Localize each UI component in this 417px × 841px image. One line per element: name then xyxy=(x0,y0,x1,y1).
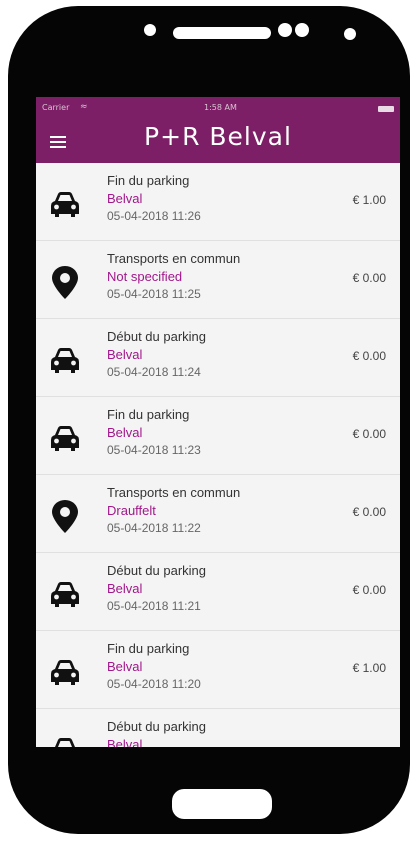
list-item[interactable]: Début du parking Belval xyxy=(36,709,400,747)
list-item[interactable]: Début du parking Belval 05-04-2018 11:21 € … xyxy=(36,553,400,631)
item-date: 05-04-2018 11:20 xyxy=(107,677,201,691)
item-title: Début du parking xyxy=(107,563,207,578)
item-date: 05-04-2018 11:26 xyxy=(107,209,201,223)
item-location: Belval xyxy=(107,425,143,440)
sensor-dot xyxy=(278,23,292,37)
item-price: € 0.00 xyxy=(352,427,386,441)
carrier-label: Carrier xyxy=(42,103,70,112)
item-title: Début du parking xyxy=(107,329,207,344)
item-location: Belval xyxy=(107,191,143,206)
sensor-dot xyxy=(344,28,356,40)
history-list: Fin du parking Belval 05-04-2018 11:26 € 1.… xyxy=(36,163,400,747)
list-item[interactable]: Transports en commun Drauffelt 05-04-2018 … xyxy=(36,475,400,553)
item-location: Belval xyxy=(107,737,143,747)
car-icon xyxy=(48,655,82,689)
sensor-dot xyxy=(295,23,309,37)
item-date: 05-04-2018 11:24 xyxy=(107,365,201,379)
item-price: € 0.00 xyxy=(352,271,386,285)
app-screen: Carrier ≈ 1:58 AM P+R Belval Fin du park… xyxy=(36,97,400,747)
car-icon xyxy=(48,421,82,455)
app-header: Carrier ≈ 1:58 AM P+R Belval xyxy=(36,97,400,163)
page-title: P+R Belval xyxy=(144,122,292,151)
status-bar: Carrier ≈ 1:58 AM xyxy=(36,102,400,117)
item-price: € 1.00 xyxy=(352,661,386,675)
item-date: 05-04-2018 11:21 xyxy=(107,599,201,613)
car-icon xyxy=(48,187,82,221)
item-title: Fin du parking xyxy=(107,641,190,656)
item-price: € 0.00 xyxy=(352,583,386,597)
home-button[interactable] xyxy=(172,789,272,819)
item-title: Fin du parking xyxy=(107,173,190,188)
list-item[interactable]: Fin du parking Belval 05-04-2018 11:20 € 1.… xyxy=(36,631,400,709)
wifi-icon: ≈ xyxy=(80,102,88,112)
earpiece-speaker xyxy=(173,27,271,39)
item-title: Fin du parking xyxy=(107,407,190,422)
car-icon xyxy=(48,343,82,377)
list-item[interactable]: Transports en commun Not specified 05-04-2… xyxy=(36,241,400,319)
car-icon xyxy=(48,733,82,747)
item-price: € 0.00 xyxy=(352,349,386,363)
item-title: Transports en commun xyxy=(107,251,241,266)
item-location: Drauffelt xyxy=(107,503,156,518)
item-date: 05-04-2018 11:22 xyxy=(107,521,201,535)
item-location: Not specified xyxy=(107,269,183,284)
item-price: € 1.00 xyxy=(352,193,386,207)
car-icon xyxy=(48,577,82,611)
item-date: 05-04-2018 11:25 xyxy=(107,287,201,301)
location-pin-icon xyxy=(48,265,82,299)
item-title: Transports en commun xyxy=(107,485,241,500)
item-title: Début du parking xyxy=(107,719,207,734)
list-item[interactable]: Fin du parking Belval 05-04-2018 11:26 € 1.… xyxy=(36,163,400,241)
list-item[interactable]: Début du parking Belval 05-04-2018 11:24 € … xyxy=(36,319,400,397)
item-date: 05-04-2018 11:23 xyxy=(107,443,201,457)
status-time: 1:58 AM xyxy=(204,103,237,112)
front-camera-dot xyxy=(144,24,156,36)
battery-icon xyxy=(378,106,394,112)
item-price: € 0.00 xyxy=(352,505,386,519)
item-location: Belval xyxy=(107,659,143,674)
item-location: Belval xyxy=(107,581,143,596)
item-location: Belval xyxy=(107,347,143,362)
location-pin-icon xyxy=(48,499,82,533)
list-item[interactable]: Fin du parking Belval 05-04-2018 11:23 € 0.… xyxy=(36,397,400,475)
